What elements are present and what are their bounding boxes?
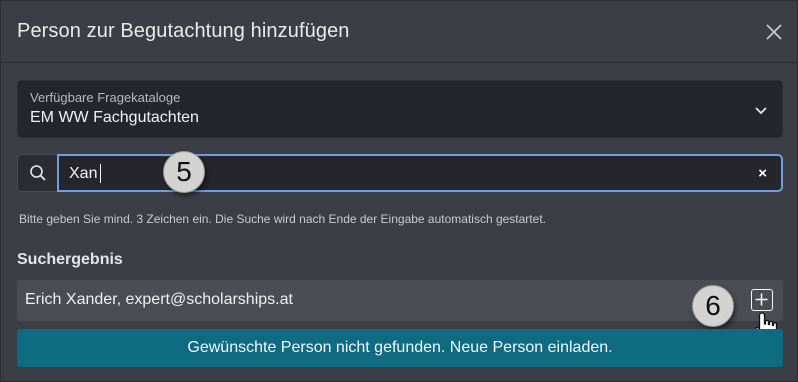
plus-icon (755, 293, 768, 306)
clear-search-icon[interactable]: × (758, 166, 767, 181)
text-caret (100, 164, 101, 183)
result-person: Erich Xander, expert@scholarships.at (25, 291, 293, 308)
search-icon (17, 154, 57, 192)
search-hint: Bitte geben Sie mind. 3 Zeichen ein. Die… (19, 212, 546, 226)
search-group: × (17, 154, 783, 192)
catalog-select[interactable]: Verfügbare Fragekataloge EM WW Fachgutac… (17, 80, 783, 138)
dialog-title: Person zur Begutachtung hinzufügen (17, 20, 350, 42)
step-marker-5: 5 (163, 151, 205, 193)
add-person-button[interactable] (751, 289, 773, 311)
step-marker-6: 6 (692, 285, 734, 327)
catalog-select-value: EM WW Fachgutachten (30, 109, 199, 126)
dialog-header: Person zur Begutachtung hinzufügen (1, 1, 798, 63)
catalog-select-label: Verfügbare Fragekataloge (30, 90, 181, 105)
close-icon[interactable] (763, 21, 785, 43)
invite-new-person-button[interactable]: Gewünschte Person nicht gefunden. Neue P… (17, 329, 783, 367)
chevron-down-icon (754, 103, 768, 117)
result-row: Erich Xander, expert@scholarships.at (17, 280, 783, 321)
dialog: Person zur Begutachtung hinzufügen Verfü… (0, 0, 798, 382)
results-title: Suchergebnis (17, 251, 123, 268)
